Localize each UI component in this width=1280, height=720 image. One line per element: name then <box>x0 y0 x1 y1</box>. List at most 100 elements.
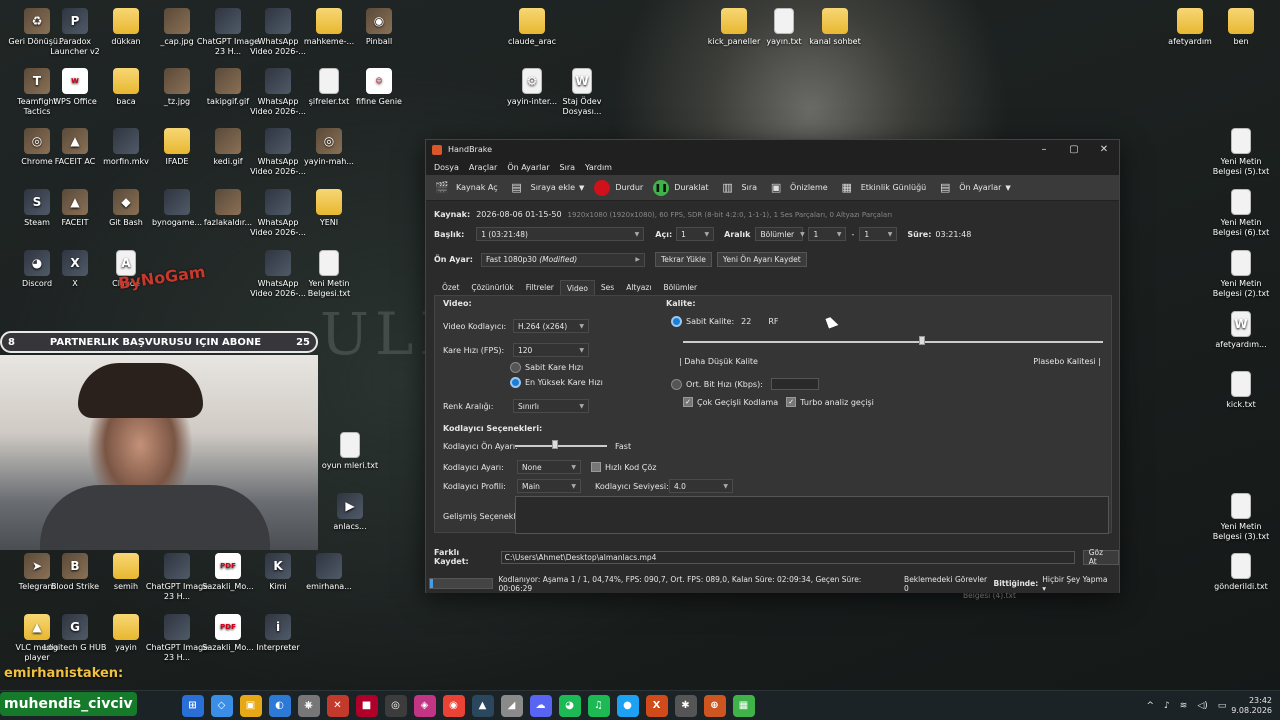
desktop-icon-interpreter[interactable]: i Interpreter <box>246 614 310 653</box>
mic-icon[interactable]: ♪ <box>1164 701 1170 711</box>
preview-button[interactable]: ▣ Önizleme <box>762 180 833 196</box>
advanced-options-input[interactable] <box>515 496 1109 534</box>
battery-icon[interactable]: ▭ <box>1218 701 1227 711</box>
presets-button[interactable]: ▤ Ön Ayarlar ▼ <box>931 180 1016 196</box>
menu-yardim[interactable]: Yardım <box>580 163 617 172</box>
taskbar-app-icon[interactable]: ◈ <box>413 694 436 717</box>
tab-6[interactable]: Bölümler <box>657 280 703 296</box>
save-path-input[interactable]: C:\Users\Ahmet\Desktop\almanlacs.mp4 <box>500 550 1075 564</box>
desktop-icon-yeni1[interactable]: Yeni Metin Belgesi (5).txt <box>1209 128 1273 177</box>
range-end-select[interactable]: 1 ▼ <box>859 227 898 241</box>
taskbar-app-icon[interactable]: ■ <box>355 694 378 717</box>
queue-button[interactable]: ▥ Sıra <box>714 180 763 196</box>
desktop-icon-claude_arac[interactable]: claude_arac <box>500 8 564 47</box>
activity-log-button[interactable]: ▦ Etkinlik Günlüğü <box>833 180 932 196</box>
desktop-icon-yeni5[interactable]: Yeni Metin Belgesi (3).txt <box>1209 493 1273 542</box>
range-type-select[interactable]: Bölümler ▼ <box>755 227 805 241</box>
multipass-checkbox[interactable]: ✓ <box>683 397 693 407</box>
desktop-icon-pinball[interactable]: ◉ Pinball <box>347 8 411 47</box>
taskbar-app-icon[interactable]: ⊕ <box>703 694 726 717</box>
angle-select[interactable]: 1 ▼ <box>676 227 715 241</box>
desktop-icon-gonderildi[interactable]: gönderildi.txt <box>1209 553 1273 592</box>
taskbar-app-icon[interactable]: ▣ <box>239 694 262 717</box>
taskbar-app-icon[interactable]: ◉ <box>442 694 465 717</box>
turbo-checkbox[interactable]: ✓ <box>786 397 797 407</box>
desktop-icon-yayinmah[interactable]: ◎ yayin-mah... <box>297 128 361 167</box>
menu-sira[interactable]: Sıra <box>555 163 581 172</box>
tab-1[interactable]: Çözünürlük <box>465 280 519 296</box>
menu-dosya[interactable]: Dosya <box>429 163 464 172</box>
chevron-up-icon[interactable]: ^ <box>1146 701 1154 711</box>
cfr-radio[interactable] <box>510 362 521 373</box>
tab-0[interactable]: Özet <box>436 280 465 296</box>
taskbar-app-icon[interactable]: ◢ <box>500 694 523 717</box>
when-done-select[interactable]: Hiçbir Şey Yapma ▾ <box>1042 575 1113 593</box>
profile-select[interactable]: Main ▼ <box>517 479 581 493</box>
desktop-icon-yeni4[interactable]: Yeni Metin Belgesi (2).txt <box>1209 250 1273 299</box>
desktop-icon-yeni_folder[interactable]: YENI <box>297 189 361 228</box>
encoder-preset-track[interactable] <box>515 445 607 447</box>
chevron-down-icon[interactable]: ▼ <box>579 184 584 192</box>
rf-slider-thumb[interactable] <box>919 336 926 345</box>
taskbar-app-icon[interactable]: ⎈ <box>297 694 320 717</box>
taskbar-app-icon[interactable]: ☁ <box>529 694 552 717</box>
maximize-button[interactable]: ▢ <box>1059 144 1089 155</box>
preset-select[interactable]: Fast 1080p30 (Modified) ▶ <box>480 252 645 267</box>
abr-input[interactable] <box>770 378 819 390</box>
desktop-icon-afetyardim2[interactable]: Wafetyardım... <box>1209 311 1273 350</box>
taskbar-app-icon[interactable]: ◐ <box>268 694 291 717</box>
browse-button[interactable]: Göz At <box>1082 548 1119 566</box>
desktop-icon-yeni2[interactable]: Yeni Metin Belgesi (6).txt <box>1209 189 1273 238</box>
desktop-icon-staj[interactable]: W Staj Ödev Dosyası... <box>550 68 614 117</box>
color-range-select[interactable]: Sınırlı ▼ <box>513 399 589 413</box>
close-button[interactable]: ✕ <box>1089 144 1119 155</box>
taskbar-app-icon[interactable]: ✕ <box>326 694 349 717</box>
level-select[interactable]: 4.0 ▼ <box>669 479 733 493</box>
desktop-icon-kanal_sohbet[interactable]: kanal sohbet <box>803 8 867 47</box>
pause-button[interactable]: ❚❚ Duraklat <box>648 179 713 196</box>
pfr-option[interactable]: En Yüksek Kare Hızı <box>510 377 603 388</box>
taskbar-app-icon[interactable]: ▲ <box>471 694 494 717</box>
tab-2[interactable]: Filtreler <box>520 280 560 296</box>
abr-radio[interactable] <box>671 378 682 390</box>
chevron-down-icon[interactable]: ▼ <box>1005 184 1010 192</box>
save-new-preset-button[interactable]: Yeni Ön Ayarı Kaydet <box>716 252 807 267</box>
taskbar-app-icon[interactable]: ✱ <box>674 694 697 717</box>
desktop-icon-anlacs[interactable]: ▶ anlacs... <box>318 493 382 532</box>
desktop-icon-fifine[interactable]: ☺ fifine Genie <box>347 68 411 107</box>
fps-select[interactable]: 120 ▼ <box>513 343 589 357</box>
tune-select[interactable]: None ▼ <box>517 460 581 474</box>
taskbar-app-icon[interactable]: ◕ <box>558 694 581 717</box>
tab-4[interactable]: Ses <box>595 280 620 296</box>
desktop-icon-oyun[interactable]: oyun mleri.txt <box>318 432 382 471</box>
cq-radio[interactable] <box>671 316 682 327</box>
fastdecode-checkbox[interactable] <box>591 462 601 472</box>
taskbar-app-icon[interactable]: ◇ <box>210 694 233 717</box>
tab-5[interactable]: Altyazı <box>620 280 657 296</box>
desktop-icon-yeni3[interactable]: Yeni Metin Belgesi.txt <box>297 250 361 299</box>
open-source-button[interactable]: 🎬 Kaynak Aç <box>428 180 503 196</box>
menu-on-ayarlar[interactable]: Ön Ayarlar <box>502 163 554 172</box>
tab-3[interactable]: Video <box>559 280 595 296</box>
desktop-icon-emirhana[interactable]: emirhana... <box>297 553 361 592</box>
codec-select[interactable]: H.264 (x264) ▼ <box>513 319 589 333</box>
clock[interactable]: 23:42 9.08.2026 <box>1231 696 1272 716</box>
desktop-icon-kick[interactable]: kick.txt <box>1209 371 1273 410</box>
title-select[interactable]: 1 (03:21:48) ▼ <box>476 227 645 241</box>
volume-icon[interactable]: ◁) <box>1197 701 1207 711</box>
cfr-option[interactable]: Sabit Kare Hızı <box>510 362 583 373</box>
minimize-button[interactable]: – <box>1029 144 1059 155</box>
taskbar-app-icon[interactable]: ▦ <box>732 694 755 717</box>
taskbar-app-icon[interactable]: ⊞ <box>181 694 204 717</box>
pfr-radio[interactable] <box>510 377 521 388</box>
taskbar-app-icon[interactable]: ● <box>616 694 639 717</box>
taskbar-app-icon[interactable]: ◎ <box>384 694 407 717</box>
add-to-queue-button[interactable]: ▤ Sıraya ekle ▼ <box>503 180 590 196</box>
wifi-icon[interactable]: ≋ <box>1180 701 1188 711</box>
reload-preset-button[interactable]: Tekrar Yükle <box>654 252 712 267</box>
range-start-select[interactable]: 1 ▼ <box>808 227 847 241</box>
menu-araclar[interactable]: Araçlar <box>464 163 502 172</box>
encoder-preset-thumb[interactable] <box>552 440 559 449</box>
desktop-icon-ben[interactable]: ben <box>1209 8 1273 47</box>
taskbar-app-icon[interactable]: X <box>645 694 668 717</box>
